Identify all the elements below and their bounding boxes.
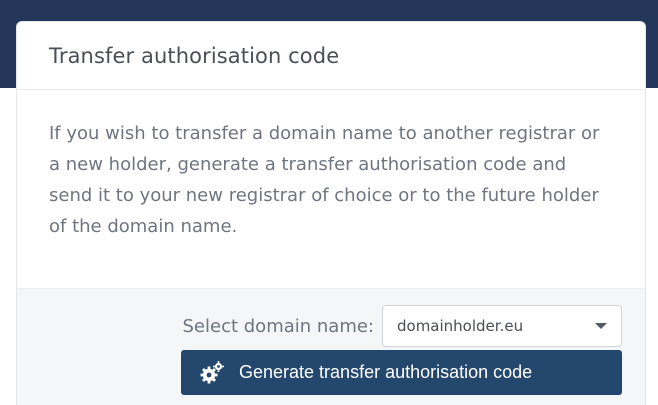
domain-select-value: domainholder.eu [397,317,524,335]
card-description: If you wish to transfer a domain name to… [49,123,600,237]
card-title: Transfer authorisation code [49,43,340,68]
domain-select-label: Select domain name: [182,315,375,337]
card-header: Transfer authorisation code [17,22,645,90]
transfer-code-card: Transfer authorisation code If you wish … [16,21,646,405]
generate-code-button-label: Generate transfer authorisation code [239,362,533,382]
domain-select-row: Select domain name: domainholder.eu [182,305,622,347]
domain-select[interactable]: domainholder.eu [382,305,622,347]
gears-icon [200,360,224,383]
generate-code-button[interactable]: Generate transfer authorisation code [181,350,622,395]
chevron-down-icon [595,323,607,329]
card-footer: Select domain name: domainholder.eu Gene… [17,288,645,405]
card-body: If you wish to transfer a domain name to… [17,90,645,287]
